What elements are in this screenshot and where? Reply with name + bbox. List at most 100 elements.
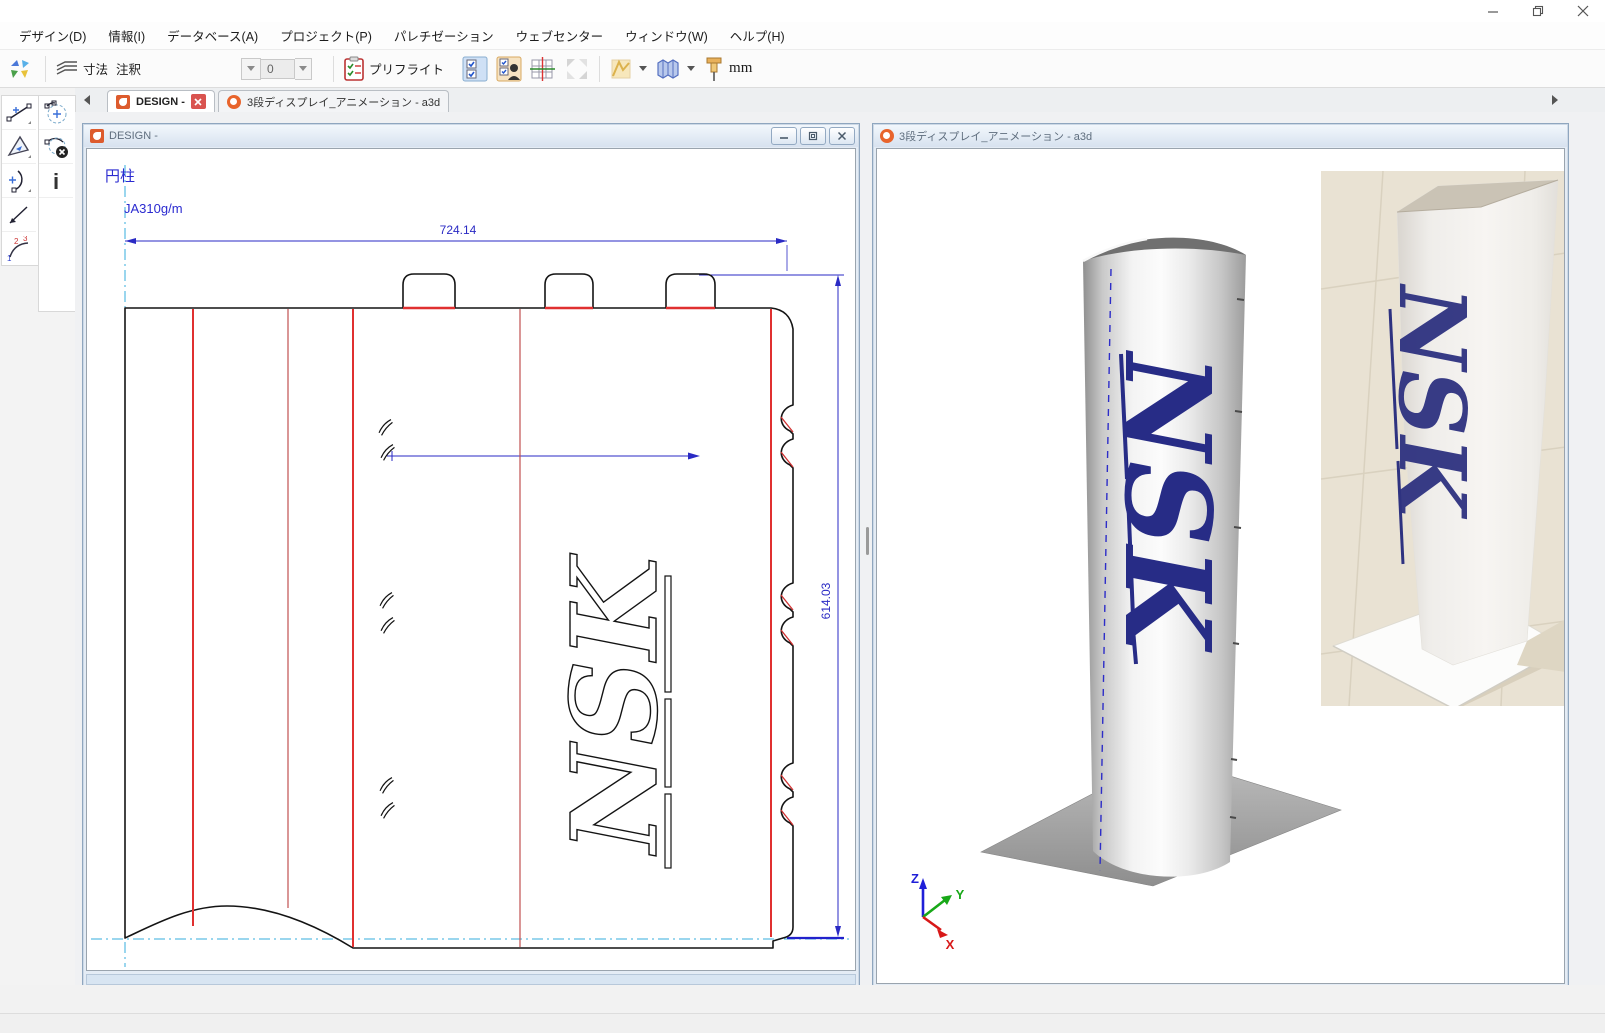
line-node-icon bbox=[6, 100, 32, 126]
tab-design-label: DESIGN - bbox=[136, 96, 185, 108]
zoom-combo[interactable]: 0 bbox=[241, 59, 312, 79]
axis-z-label: Z bbox=[911, 871, 919, 886]
tab-animation-label: 3段ディスプレイ_アニメーション - a3d bbox=[247, 94, 440, 110]
curve-number-3: 3 bbox=[23, 236, 28, 243]
circle-node-icon bbox=[43, 100, 69, 126]
tab-scroll-left-button[interactable] bbox=[79, 92, 95, 108]
chevron-down-icon bbox=[687, 66, 695, 71]
animation-window: 3段ディスプレイ_アニメーション - a3d bbox=[872, 123, 1569, 989]
cylinder-logo-text: NSK bbox=[1098, 349, 1237, 653]
design-window-titlebar[interactable]: DESIGN - bbox=[84, 125, 858, 147]
curve-number-1: 1 bbox=[7, 254, 12, 262]
svg-text:i: i bbox=[53, 169, 59, 194]
animation-3d-canvas[interactable]: NSK Z Y X bbox=[876, 148, 1565, 984]
mid-dimension bbox=[387, 451, 700, 461]
triangle-tool-button[interactable] bbox=[2, 130, 36, 164]
nav-arrows-button[interactable] bbox=[4, 53, 40, 85]
photo-logo-text: NSK bbox=[1378, 283, 1486, 521]
logo-underline-bars bbox=[665, 576, 671, 868]
measure-line-tool-button[interactable] bbox=[2, 198, 36, 232]
dieline-drawing: 円柱 JA310g/m 724.14 bbox=[87, 149, 856, 971]
animation-window-titlebar[interactable]: 3段ディスプレイ_アニメーション - a3d bbox=[874, 125, 1567, 147]
design-restore-button[interactable] bbox=[800, 127, 826, 145]
restore-icon bbox=[1532, 5, 1544, 17]
polyline-tool-button[interactable] bbox=[605, 54, 651, 84]
height-dimension-value: 614.03 bbox=[819, 582, 833, 619]
fit-view-button[interactable] bbox=[560, 53, 594, 85]
app-titlebar[interactable] bbox=[0, 0, 1605, 22]
menu-palletization[interactable]: パレチゼーション bbox=[383, 22, 505, 49]
material-label: JA310g/m bbox=[124, 201, 183, 216]
statusbar bbox=[0, 1013, 1605, 1033]
menu-webcenter[interactable]: ウェブセンター bbox=[505, 22, 615, 49]
polyline-icon bbox=[609, 57, 633, 81]
a3d-doc-icon bbox=[227, 95, 241, 109]
document-tabbar: DESIGN - 3段ディスプレイ_アニメーション - a3d bbox=[75, 88, 1605, 113]
minimize-icon bbox=[779, 131, 789, 141]
line-tool-button[interactable] bbox=[2, 96, 36, 130]
tab-scroll-left-icon bbox=[84, 95, 90, 105]
dimension-label: 寸法 bbox=[83, 59, 108, 78]
close-icon bbox=[837, 131, 847, 141]
curve-number-2: 2 bbox=[14, 237, 19, 246]
annotation-label: 注釈 bbox=[116, 59, 141, 78]
layers-icon bbox=[55, 59, 79, 79]
menu-database[interactable]: データベース(A) bbox=[156, 22, 269, 49]
tab-animation[interactable]: 3段ディスプレイ_アニメーション - a3d bbox=[218, 90, 449, 112]
checklist-user-icon bbox=[496, 56, 522, 82]
shape-tool-button[interactable] bbox=[651, 54, 699, 84]
layout-grid-button[interactable] bbox=[526, 53, 560, 85]
product-photo: NSK bbox=[1321, 171, 1565, 709]
toolbar-separator bbox=[599, 56, 600, 82]
checklist-button[interactable] bbox=[458, 53, 492, 85]
close-icon bbox=[1577, 5, 1589, 17]
menu-help[interactable]: ヘルプ(H) bbox=[719, 22, 796, 49]
info-icon: i bbox=[43, 168, 69, 194]
measure-line-icon bbox=[6, 202, 32, 228]
tab-close-button[interactable] bbox=[191, 94, 206, 109]
menu-window[interactable]: ウィンドウ(W) bbox=[614, 22, 719, 49]
app-restore-button[interactable] bbox=[1515, 0, 1560, 22]
arc-delete-tool-button[interactable] bbox=[39, 130, 73, 164]
a3d-doc-icon bbox=[880, 129, 894, 143]
menu-project[interactable]: プロジェクト(P) bbox=[269, 22, 383, 49]
tab-design[interactable]: DESIGN - bbox=[107, 90, 215, 112]
circle-tool-button[interactable] bbox=[39, 96, 73, 130]
arc-tool-button[interactable] bbox=[2, 164, 36, 198]
bottom-filler bbox=[0, 985, 1605, 1013]
chevron-down-icon bbox=[299, 66, 307, 71]
curve-sequence-tool-button[interactable]: 1 2 3 bbox=[2, 232, 36, 265]
annotation-button[interactable]: 注釈 bbox=[112, 56, 145, 81]
animation-window-title: 3段ディスプレイ_アニメーション - a3d bbox=[899, 128, 1092, 144]
axis-x-label: X bbox=[946, 937, 955, 952]
checklist-icon bbox=[462, 56, 488, 82]
menu-design[interactable]: デザイン(D) bbox=[8, 22, 97, 49]
curve-sequence-icon: 1 2 3 bbox=[6, 236, 32, 262]
nav-arrows-icon bbox=[8, 56, 36, 82]
zoom-dropdown-button[interactable] bbox=[295, 58, 312, 80]
info-tool-button[interactable]: i bbox=[39, 164, 73, 198]
design-horizontal-scrollbar[interactable] bbox=[86, 974, 856, 985]
window-splitter-handle[interactable] bbox=[866, 527, 869, 555]
checklist-user-button[interactable] bbox=[492, 53, 526, 85]
menubar: デザイン(D) 情報(I) データベース(A) プロジェクト(P) パレチゼーシ… bbox=[0, 22, 1605, 50]
preflight-button[interactable]: プリフライト bbox=[339, 53, 448, 85]
logo-cutout-text: NSK bbox=[545, 553, 684, 857]
menu-info[interactable]: 情報(I) bbox=[97, 22, 156, 49]
zoom-value-field[interactable]: 0 bbox=[261, 59, 295, 79]
design-minimize-button[interactable] bbox=[771, 127, 797, 145]
arc-node-icon bbox=[6, 168, 32, 194]
app-minimize-button[interactable] bbox=[1470, 0, 1515, 22]
zoom-check-box[interactable] bbox=[241, 58, 261, 80]
tab-scroll-right-button[interactable] bbox=[1547, 92, 1563, 108]
axis-y-label: Y bbox=[956, 887, 965, 902]
design-window-title: DESIGN - bbox=[109, 130, 158, 142]
design-close-button[interactable] bbox=[829, 127, 855, 145]
pin-units-button[interactable]: mm bbox=[699, 53, 756, 85]
design-drawing-canvas[interactable]: 円柱 JA310g/m 724.14 bbox=[86, 148, 856, 971]
dieline-tabs bbox=[403, 274, 715, 308]
animation-3d-scene: NSK Z Y X bbox=[877, 149, 1565, 984]
dimension-button[interactable]: 寸法 bbox=[51, 56, 112, 82]
app-close-button[interactable] bbox=[1560, 0, 1605, 22]
shape-label: 円柱 bbox=[105, 168, 135, 185]
